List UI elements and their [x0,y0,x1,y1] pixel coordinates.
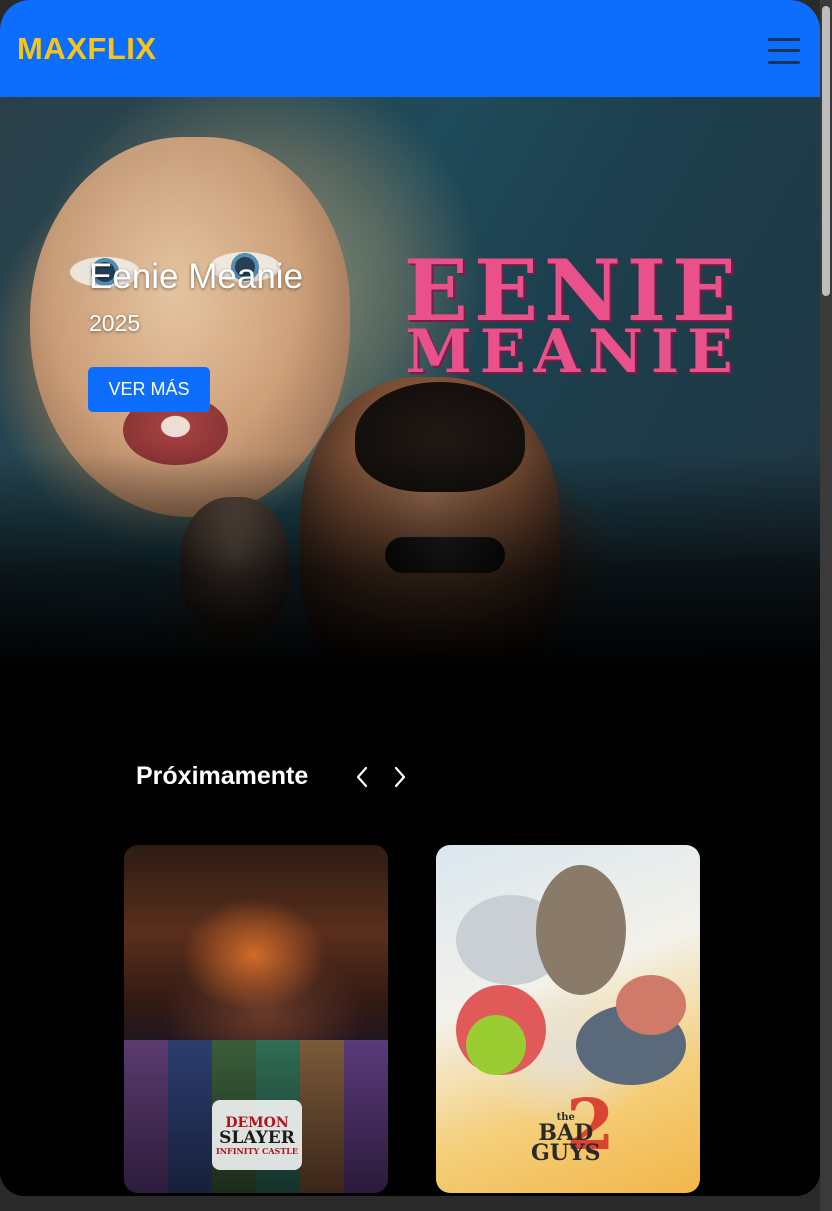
poster-logo: the BAD GUYS [531,1113,601,1167]
scrollbar-thumb[interactable] [822,6,830,296]
poster-title-line2: MEANIE [405,317,741,388]
poster-art [616,975,686,1035]
chevron-right-icon[interactable] [390,763,410,791]
poster-logo-text: INFINITY CASTLE [215,1145,298,1156]
section-title: Próximamente [136,762,309,790]
app-screen: MAXFLIX EENIE MEANIE Eenie Meanie 2025 V… [0,0,820,1196]
movie-card-bad-guys-2[interactable]: 2 the BAD GUYS [436,845,700,1193]
poster-art [466,1015,526,1075]
hero-gradient-overlay [0,452,820,672]
poster-logo-text: SLAYER [219,1127,295,1148]
hero-year: 2025 [89,310,141,336]
poster-art [124,1040,168,1193]
hero-banner: EENIE MEANIE Eenie Meanie 2025 VER MÁS [0,97,820,672]
poster-art [536,865,626,995]
poster-art [300,1040,344,1193]
hero-title: Eenie Meanie [89,257,304,296]
brand-logo[interactable]: MAXFLIX [17,31,157,67]
chevron-left-icon[interactable] [352,763,372,791]
poster-logo-text: GUYS [531,1140,601,1167]
poster-art [168,1040,212,1193]
top-navbar: MAXFLIX [0,0,820,97]
poster-title-art: EENIE MEANIE [350,248,796,388]
upcoming-section-header: Próximamente [136,762,410,791]
ver-mas-button[interactable]: VER MÁS [88,367,210,412]
movie-card-demon-slayer[interactable]: DEMON SLAYER INFINITY CASTLE [124,845,388,1193]
hamburger-menu-icon[interactable] [768,37,800,64]
poster-art [344,1040,388,1193]
poster-logo: DEMON SLAYER INFINITY CASTLE [212,1100,302,1170]
